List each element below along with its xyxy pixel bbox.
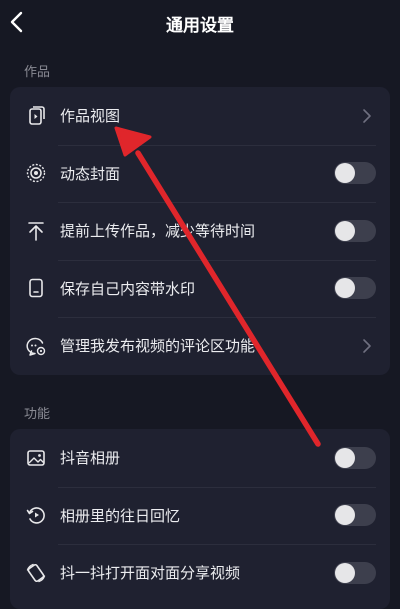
shake-share-row: 抖一抖打开面对面分享视频 [10, 544, 390, 602]
chevron-right-icon [363, 338, 371, 353]
pre-upload-toggle[interactable] [334, 219, 376, 242]
works-view-label: 作品视图 [60, 107, 121, 126]
upload-arrow-icon [25, 220, 47, 242]
memories-toggle[interactable] [334, 504, 376, 527]
toggle-knob [335, 163, 355, 184]
watermark-row: 保存自己内容带水印 [10, 259, 390, 318]
watermark-toggle[interactable] [334, 277, 376, 300]
memories-row: 相册里的往日回忆 [10, 486, 390, 545]
memories-icon [25, 504, 47, 526]
works-view-icon [25, 105, 47, 127]
shake-share-label: 抖一抖打开面对面分享视频 [60, 564, 241, 583]
douyin-album-row: 抖音相册 [10, 429, 390, 487]
features-settings-card: 抖音相册 相册里的往日回忆 抖一抖打开面对面分享视频 [10, 429, 390, 609]
toggle-knob [335, 278, 355, 299]
works-view-row[interactable]: 作品视图 [10, 87, 390, 145]
chevron-right-icon [363, 108, 371, 123]
phone-watermark-icon [25, 277, 47, 299]
section-label-features: 功能 [24, 407, 51, 422]
toggle-knob [335, 220, 355, 241]
dynamic-cover-icon [25, 162, 47, 184]
watermark-label: 保存自己内容带水印 [60, 279, 196, 298]
douyin-album-toggle[interactable] [334, 446, 376, 469]
comment-management-label: 管理我发布视频的评论区功能 [60, 337, 256, 356]
comment-management-row[interactable]: 管理我发布视频的评论区功能 [10, 317, 390, 375]
pre-upload-label: 提前上传作品，减少等待时间 [60, 222, 256, 241]
section-label-works: 作品 [24, 65, 51, 80]
toggle-knob [335, 447, 355, 468]
toggle-knob [335, 505, 355, 526]
page-title: 通用设置 [166, 16, 234, 36]
dynamic-cover-label: 动态封面 [60, 164, 121, 183]
comment-settings-icon [25, 335, 47, 357]
dynamic-cover-row: 动态封面 [10, 144, 390, 203]
top-bar: 通用设置 [0, 0, 400, 46]
works-settings-card: 作品视图 动态封面 提前上传作品，减少等待时间 保存自己内容带水印 管理我发布视… [10, 87, 390, 375]
memories-label: 相册里的往日回忆 [60, 506, 181, 525]
toggle-knob [335, 562, 355, 583]
dynamic-cover-toggle[interactable] [334, 162, 376, 185]
douyin-album-label: 抖音相册 [60, 449, 121, 468]
shake-share-icon [25, 562, 47, 584]
album-icon [25, 447, 47, 469]
shake-share-toggle[interactable] [334, 561, 376, 584]
pre-upload-row: 提前上传作品，减少等待时间 [10, 202, 390, 260]
